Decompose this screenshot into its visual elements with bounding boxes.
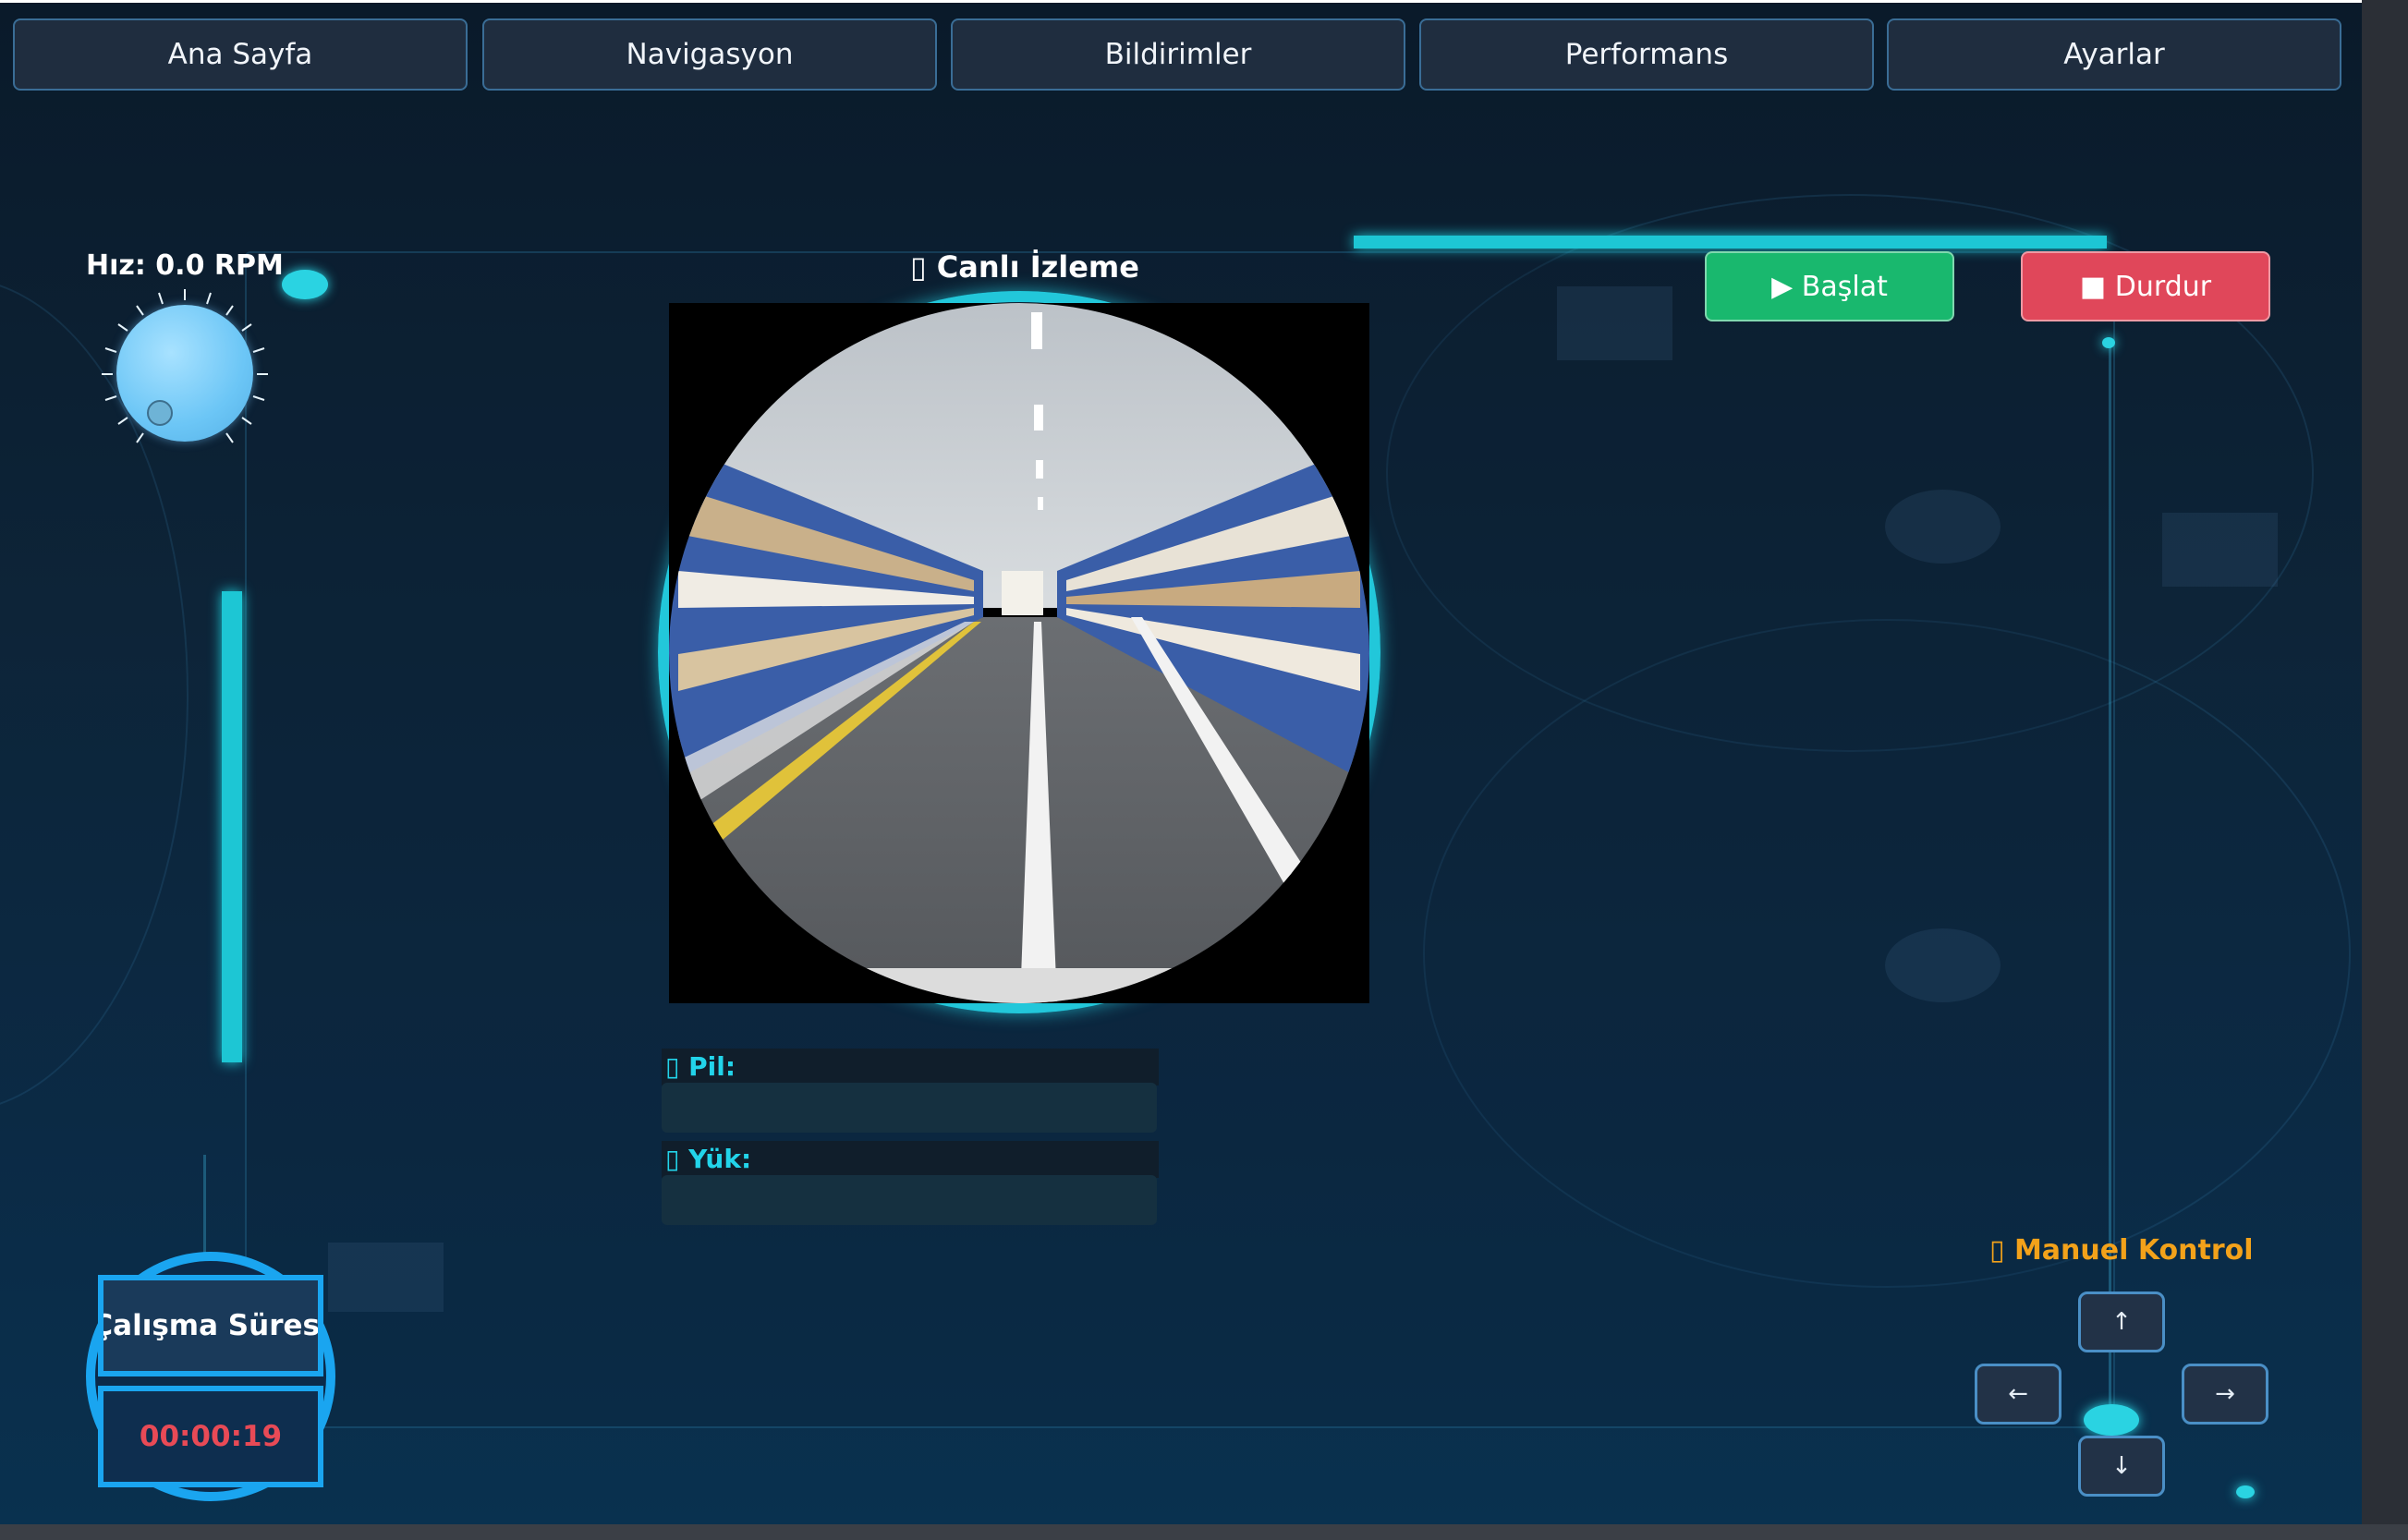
battery-bar bbox=[662, 1083, 1157, 1133]
timer-value: 00:00:19 bbox=[98, 1386, 323, 1487]
move-down-button[interactable]: ↓ bbox=[2078, 1436, 2165, 1497]
bg-dot bbox=[2102, 337, 2115, 348]
bg-glow-bar bbox=[1354, 236, 2107, 249]
load-bar bbox=[662, 1175, 1157, 1225]
move-left-button[interactable]: ← bbox=[1975, 1364, 2061, 1425]
speed-dial[interactable] bbox=[116, 305, 253, 442]
tab-ayarlar[interactable]: Ayarlar bbox=[1887, 18, 2341, 91]
speed-label: Hız: 0.0 RPM bbox=[86, 249, 284, 282]
tab-navigasyon[interactable]: Navigasyon bbox=[482, 18, 937, 91]
start-button[interactable]: ▶ Başlat bbox=[1705, 251, 1954, 321]
live-view-title: ▯ Canlı İzleme bbox=[910, 249, 1139, 285]
bg-square bbox=[1885, 490, 2001, 564]
manual-control-title: ▯ Manuel Kontrol bbox=[1989, 1234, 2254, 1267]
load-label: ▯ Yük: bbox=[662, 1141, 1159, 1178]
top-nav: Ana Sayfa Navigasyon Bildirimler Perform… bbox=[13, 18, 2351, 92]
tab-ana-sayfa[interactable]: Ana Sayfa bbox=[13, 18, 468, 91]
battery-label: ▯ Pil: bbox=[662, 1049, 1159, 1085]
browser-bottom-strip bbox=[0, 1524, 2408, 1540]
move-right-button[interactable]: → bbox=[2182, 1364, 2268, 1425]
bg-square bbox=[2162, 513, 2278, 587]
tab-bildirimler[interactable]: Bildirimler bbox=[951, 18, 1405, 91]
speed-dial-knob[interactable] bbox=[147, 400, 173, 426]
tab-performans[interactable]: Performans bbox=[1419, 18, 1874, 91]
stop-button[interactable]: ■ Durdur bbox=[2021, 251, 2270, 321]
move-up-button[interactable]: ↑ bbox=[2078, 1291, 2165, 1352]
bg-square bbox=[328, 1243, 444, 1312]
bg-dot bbox=[2084, 1404, 2139, 1436]
timer-label: Çalışma Süresi bbox=[98, 1275, 323, 1376]
bg-square bbox=[1885, 928, 2001, 1002]
bg-dot bbox=[282, 270, 328, 299]
browser-side-strip bbox=[2362, 0, 2408, 1524]
bg-square bbox=[1557, 286, 1672, 360]
bg-glow-bar bbox=[222, 591, 242, 1062]
bg-dot bbox=[2236, 1485, 2255, 1498]
camera-feed bbox=[669, 303, 1369, 1003]
robot-dashboard: Ana Sayfa Navigasyon Bildirimler Perform… bbox=[0, 0, 2362, 1524]
